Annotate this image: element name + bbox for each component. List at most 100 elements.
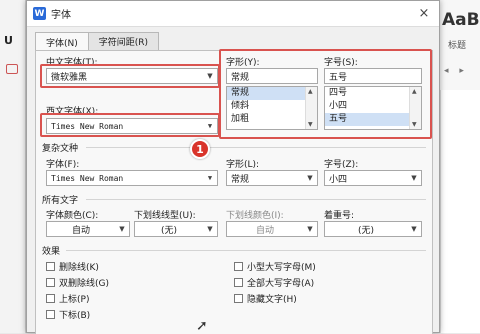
style-name: 标题: [448, 41, 467, 51]
hidden-text-checkbox[interactable]: 隐藏文字(H): [234, 292, 297, 305]
font-style-list[interactable]: 常规 倾斜 加粗 ▲ ▼: [226, 86, 318, 130]
checkbox-label: 隐藏文字(H): [247, 295, 297, 305]
complex-style-value: 常规: [231, 174, 250, 185]
complex-size-select[interactable]: 小四 ▼: [324, 170, 422, 186]
scrollbar[interactable]: ▲ ▼: [409, 87, 421, 129]
double-strikethrough-checkbox[interactable]: 双删除线(G): [46, 276, 109, 289]
checkbox-label: 下标(B): [59, 311, 91, 321]
chinese-font-value: 微软雅黑: [51, 72, 88, 83]
scroll-down-icon[interactable]: ▼: [308, 121, 313, 128]
underline-color-label: 下划线颜色(I):: [226, 211, 284, 221]
list-item[interactable]: 加粗: [227, 113, 317, 126]
chevron-down-icon: ▼: [411, 174, 417, 182]
font-style-label: 字形(Y):: [226, 58, 260, 68]
chevron-down-icon: ▼: [307, 174, 313, 182]
chevron-down-icon: ▼: [207, 174, 213, 182]
checkbox-label: 上标(P): [59, 295, 90, 305]
emphasis-select[interactable]: (无) ▼: [324, 221, 422, 237]
font-panel: 中文字体(T): 微软雅黑 ▼ 西文字体(X): Times New Roman…: [35, 50, 433, 334]
emphasis-label: 着重号:: [324, 211, 355, 221]
list-item[interactable]: 常规: [227, 87, 317, 100]
tab-bar: 字体(N) 字符间距(R): [35, 32, 160, 51]
scroll-up-icon[interactable]: ▲: [412, 88, 417, 95]
scrollbar[interactable]: ▲ ▼: [305, 87, 317, 129]
font-color-label: 字体颜色(C):: [46, 211, 99, 221]
list-item[interactable]: 倾斜: [227, 100, 317, 113]
strikethrough-checkbox[interactable]: 删除线(K): [46, 260, 99, 273]
emphasis-value: (无): [357, 225, 375, 236]
divider: [86, 147, 426, 148]
checkbox-label: 全部大写字母(A): [247, 279, 315, 289]
checkbox-box[interactable]: [234, 294, 243, 303]
underline-color-select: 自动 ▼: [226, 221, 318, 237]
underline-style-label: 下划线线型(U):: [134, 211, 196, 221]
checkbox-box[interactable]: [46, 310, 55, 319]
scroll-up-icon[interactable]: ▲: [308, 88, 313, 95]
font-style-input[interactable]: 常规: [226, 68, 318, 84]
chevron-down-icon: ▼: [119, 225, 125, 233]
checkbox-label: 删除线(K): [59, 263, 99, 273]
list-item[interactable]: 四号: [325, 87, 421, 100]
app-right-strip: AaB 标题 ◂ ▸: [440, 0, 480, 333]
mouse-cursor-icon: ➚: [196, 318, 208, 334]
chevron-down-icon: ▼: [411, 225, 417, 233]
checkbox-box[interactable]: [46, 262, 55, 271]
divider: [66, 250, 426, 251]
chevron-down-icon: ▼: [207, 225, 213, 233]
checkbox-label: 双删除线(G): [59, 279, 109, 289]
complex-script-group-label: 复杂文种: [42, 144, 79, 154]
font-size-list[interactable]: 四号 小四 五号 ▲ ▼: [324, 86, 422, 130]
underline-color-value: 自动: [255, 225, 274, 236]
tab-font[interactable]: 字体(N): [35, 32, 89, 51]
western-font-label: 西文字体(X):: [46, 107, 99, 117]
checkbox-box[interactable]: [234, 278, 243, 287]
checkbox-box[interactable]: [234, 262, 243, 271]
font-color-value: 自动: [71, 225, 90, 236]
chevron-down-icon: ▼: [207, 72, 213, 80]
list-item[interactable]: 五号: [325, 113, 421, 126]
all-caps-checkbox[interactable]: 全部大写字母(A): [234, 276, 314, 289]
chevron-down-icon: ▼: [207, 122, 213, 130]
divider: [86, 199, 426, 200]
dialog-title: 字体: [51, 10, 71, 21]
small-caps-checkbox[interactable]: 小型大写字母(M): [234, 260, 316, 273]
subscript-checkbox[interactable]: 下标(B): [46, 308, 90, 321]
underline-tool-icon[interactable]: U: [4, 34, 13, 47]
font-dialog: W 字体 × 字体(N) 字符间距(R) 中文字体(T): 微软雅黑 ▼ 西文字…: [26, 0, 440, 334]
underline-style-select[interactable]: (无) ▼: [134, 221, 218, 237]
complex-size-label: 字号(Z):: [324, 160, 359, 170]
chevron-down-icon: ▼: [307, 225, 313, 233]
all-text-group-label: 所有文字: [42, 196, 79, 206]
font-size-input[interactable]: 五号: [324, 68, 422, 84]
underline-style-value: (无): [160, 225, 178, 236]
western-font-value: Times New Roman: [51, 121, 124, 131]
wps-logo-icon: W: [33, 7, 46, 20]
complex-font-select[interactable]: Times New Roman ▼: [46, 170, 218, 186]
checkbox-label: 小型大写字母(M): [247, 263, 316, 273]
complex-size-value: 小四: [329, 174, 348, 185]
complex-style-select[interactable]: 常规 ▼: [226, 170, 318, 186]
complex-font-label: 字体(F):: [46, 160, 80, 170]
chinese-font-label: 中文字体(T):: [46, 58, 98, 68]
list-item[interactable]: 小四: [325, 100, 421, 113]
close-icon[interactable]: ×: [415, 6, 433, 21]
western-font-select[interactable]: Times New Roman ▼: [46, 118, 218, 134]
font-size-label: 字号(S):: [324, 58, 358, 68]
app-left-strip: U: [0, 0, 26, 333]
dialog-titlebar: W 字体 ×: [27, 1, 439, 27]
step-number-badge: 1: [190, 139, 210, 159]
checkbox-box[interactable]: [46, 278, 55, 287]
scroll-down-icon[interactable]: ▼: [412, 121, 417, 128]
effects-group-label: 效果: [42, 247, 61, 257]
font-color-select[interactable]: 自动 ▼: [46, 221, 130, 237]
ribbon-icons: ◂ ▸: [444, 66, 468, 76]
style-sample[interactable]: AaB: [442, 10, 480, 30]
tab-character-spacing[interactable]: 字符间距(R): [87, 32, 160, 50]
toolbar-icon[interactable]: [6, 64, 18, 74]
complex-font-value: Times New Roman: [51, 173, 124, 183]
chinese-font-select[interactable]: 微软雅黑 ▼: [46, 68, 218, 84]
superscript-checkbox[interactable]: 上标(P): [46, 292, 89, 305]
document-area: [440, 90, 480, 333]
checkbox-box[interactable]: [46, 294, 55, 303]
complex-style-label: 字形(L):: [226, 160, 260, 170]
